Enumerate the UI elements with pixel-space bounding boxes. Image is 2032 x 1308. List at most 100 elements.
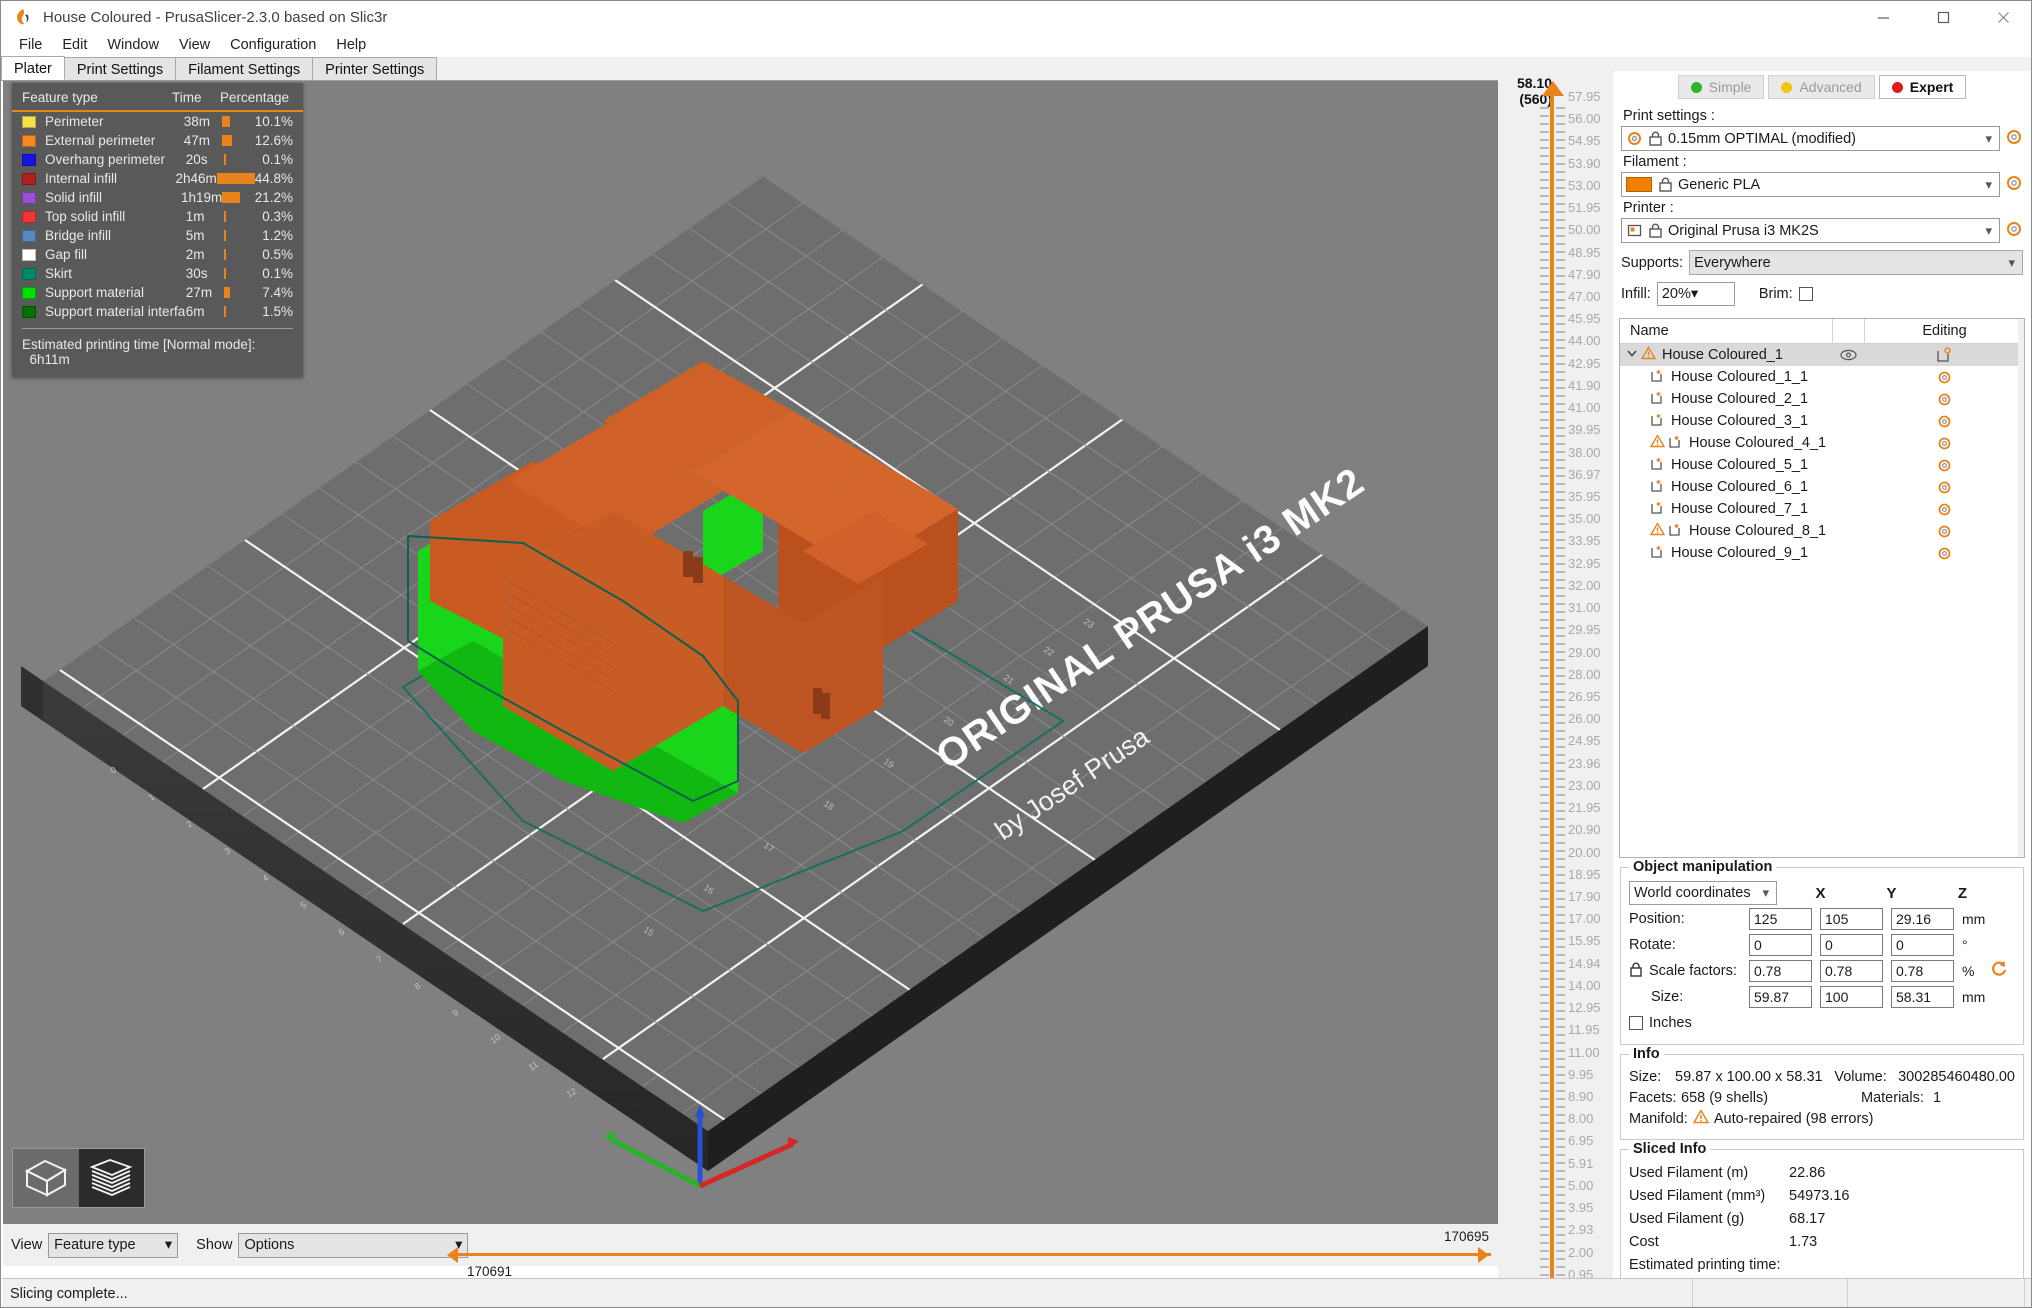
rotate-z-input[interactable]: 0 <box>1891 934 1954 956</box>
view-combo[interactable]: Feature type ▾ <box>48 1233 178 1258</box>
filament-edit-gear-icon[interactable] <box>2005 174 2023 196</box>
object-list-row[interactable]: House Coloured_8_1 <box>1620 520 2024 542</box>
object-row-label: House Coloured_6_1 <box>1671 479 1808 495</box>
menu-edit[interactable]: Edit <box>52 35 97 55</box>
object-list-row[interactable]: House Coloured_4_1 <box>1620 432 2024 454</box>
supports-chevron-down-icon[interactable]: ▾ <box>2008 255 2018 271</box>
layer-slider-track[interactable] <box>1550 95 1554 1308</box>
infill-chevron-down-icon[interactable]: ▾ <box>1691 286 1698 302</box>
printer-combo[interactable]: Original Prusa i3 MK2S ▾ <box>1621 218 2000 243</box>
object-settings-gear-icon[interactable] <box>1864 414 2024 429</box>
layer-slider-tick <box>1556 1266 1565 1268</box>
close-button[interactable] <box>1973 1 2032 33</box>
print-settings-chevron-down-icon[interactable]: ▾ <box>1985 131 1995 147</box>
editor-3d-view-button[interactable] <box>13 1149 79 1207</box>
layer-slider-tick <box>1540 619 1549 621</box>
object-list-row[interactable]: House Coloured_1_1 <box>1620 366 2024 388</box>
menu-configuration[interactable]: Configuration <box>220 35 326 55</box>
mode-advanced-button[interactable]: Advanced <box>1768 75 1874 99</box>
coordinate-system-chevron-down-icon[interactable]: ▾ <box>1762 885 1772 901</box>
status-segment-2 <box>1847 1279 1848 1308</box>
object-list-row[interactable]: House Coloured_5_1 <box>1620 454 2024 476</box>
layer-slider-upper-handle[interactable] <box>1542 81 1564 96</box>
supports-combo[interactable]: Everywhere ▾ <box>1689 250 2023 275</box>
print-settings-edit-gear-icon[interactable] <box>2005 128 2023 150</box>
view-chevron-down-icon[interactable]: ▾ <box>165 1237 172 1253</box>
legend-feature-time: 30s <box>186 266 224 281</box>
layer-slider-tick <box>1556 1010 1565 1012</box>
object-settings-gear-icon[interactable] <box>1864 524 2024 539</box>
svg-text:12: 12 <box>565 1086 579 1100</box>
coordinate-system-combo[interactable]: World coordinates ▾ <box>1629 881 1777 905</box>
move-slider-track[interactable] <box>456 1253 1491 1256</box>
object-settings-gear-icon[interactable] <box>1864 392 2024 407</box>
object-list-row[interactable]: House Coloured_9_1 <box>1620 542 2024 564</box>
tab-plater[interactable]: Plater <box>1 56 65 80</box>
preview-layers-view-button[interactable] <box>79 1149 145 1207</box>
tab-print-settings[interactable]: Print Settings <box>64 57 176 80</box>
menu-window[interactable]: Window <box>97 35 169 55</box>
move-slider-right-handle[interactable] <box>1478 1247 1489 1263</box>
maximize-button[interactable] <box>1913 1 1973 33</box>
object-list-row[interactable]: House Coloured_3_1 <box>1620 410 2024 432</box>
layer-slider[interactable]: 58.10 (560) 57.9556.0054.9553.9053.0051.… <box>1498 71 1618 1286</box>
expand-chevron-down-icon[interactable] <box>1626 347 1638 363</box>
position-x-input[interactable]: 125 <box>1749 908 1812 930</box>
print-settings-combo[interactable]: 0.15mm OPTIMAL (modified) ▾ <box>1621 126 2000 151</box>
object-settings-gear-icon[interactable] <box>1864 546 2024 561</box>
minimize-button[interactable] <box>1853 1 1913 33</box>
object-list-row[interactable]: House Coloured_7_1 <box>1620 498 2024 520</box>
uniform-scale-lock-icon[interactable] <box>1629 961 1643 981</box>
rotate-y-input[interactable]: 0 <box>1820 934 1883 956</box>
preview-canvas[interactable]: 0 1 2 3 4 5 6 7 8 9 10 11 12 15 16 17 18… <box>3 81 1498 1224</box>
show-combo[interactable]: Options ▾ <box>238 1233 468 1258</box>
print-settings-lock-icon <box>1647 130 1664 147</box>
tab-printer-settings[interactable]: Printer Settings <box>312 57 437 80</box>
size-z-input[interactable]: 58.31 <box>1891 986 1954 1008</box>
size-x-input[interactable]: 59.87 <box>1749 986 1812 1008</box>
object-layers-editing-icon[interactable] <box>1864 347 2024 363</box>
position-y-input[interactable]: 105 <box>1820 908 1883 930</box>
object-list-scrollbar[interactable] <box>2018 319 2024 857</box>
printer-edit-gear-icon[interactable] <box>2005 220 2023 242</box>
mode-expert-button[interactable]: Expert <box>1879 75 1967 99</box>
filament-combo[interactable]: Generic PLA ▾ <box>1621 172 2000 197</box>
reset-rotation-icon[interactable] <box>1990 959 2010 983</box>
mode-simple-button[interactable]: Simple <box>1678 75 1765 99</box>
move-slider-left-handle[interactable] <box>447 1247 458 1263</box>
legend-row: Overhang perimeter20s0.1% <box>12 150 303 169</box>
layer-slider-tick <box>1540 922 1549 924</box>
filament-chevron-down-icon[interactable]: ▾ <box>1985 177 1995 193</box>
object-settings-gear-icon[interactable] <box>1864 436 2024 451</box>
brim-checkbox[interactable] <box>1799 287 1813 301</box>
scale-x-input[interactable]: 0.78 <box>1749 960 1812 982</box>
object-list-row[interactable]: House Coloured_6_1 <box>1620 476 2024 498</box>
object-settings-gear-icon[interactable] <box>1864 370 2024 385</box>
printer-chevron-down-icon[interactable]: ▾ <box>1985 223 1995 239</box>
mode-advanced-label: Advanced <box>1799 79 1861 95</box>
info-title: Info <box>1629 1046 1664 1062</box>
inches-checkbox[interactable] <box>1629 1016 1643 1030</box>
position-z-input[interactable]: 29.16 <box>1891 908 1954 930</box>
object-row-label: House Coloured_4_1 <box>1689 435 1826 451</box>
object-list-row[interactable]: House Coloured_2_1 <box>1620 388 2024 410</box>
tab-filament-settings[interactable]: Filament Settings <box>175 57 313 80</box>
infill-combo[interactable]: 20% ▾ <box>1657 282 1735 306</box>
menu-file[interactable]: File <box>9 35 52 55</box>
coordinates-row: World coordinates ▾ X Y Z <box>1629 880 2015 906</box>
scale-z-input[interactable]: 0.78 <box>1891 960 1954 982</box>
object-list[interactable]: Name Editing House Coloured_1House Colou… <box>1619 318 2025 858</box>
object-settings-gear-icon[interactable] <box>1864 502 2024 517</box>
rotate-x-input[interactable]: 0 <box>1749 934 1812 956</box>
menu-help[interactable]: Help <box>326 35 376 55</box>
legend-feature-name: Gap fill <box>45 247 186 262</box>
menu-view[interactable]: View <box>169 35 220 55</box>
object-settings-gear-icon[interactable] <box>1864 480 2024 495</box>
layer-slider-tick <box>1540 635 1549 637</box>
object-visibility-eye-icon[interactable] <box>1832 349 1864 361</box>
object-settings-gear-icon[interactable] <box>1864 458 2024 473</box>
layer-slider-tick <box>1556 227 1565 229</box>
object-list-row[interactable]: House Coloured_1 <box>1620 344 2024 366</box>
size-y-input[interactable]: 100 <box>1820 986 1883 1008</box>
scale-y-input[interactable]: 0.78 <box>1820 960 1883 982</box>
